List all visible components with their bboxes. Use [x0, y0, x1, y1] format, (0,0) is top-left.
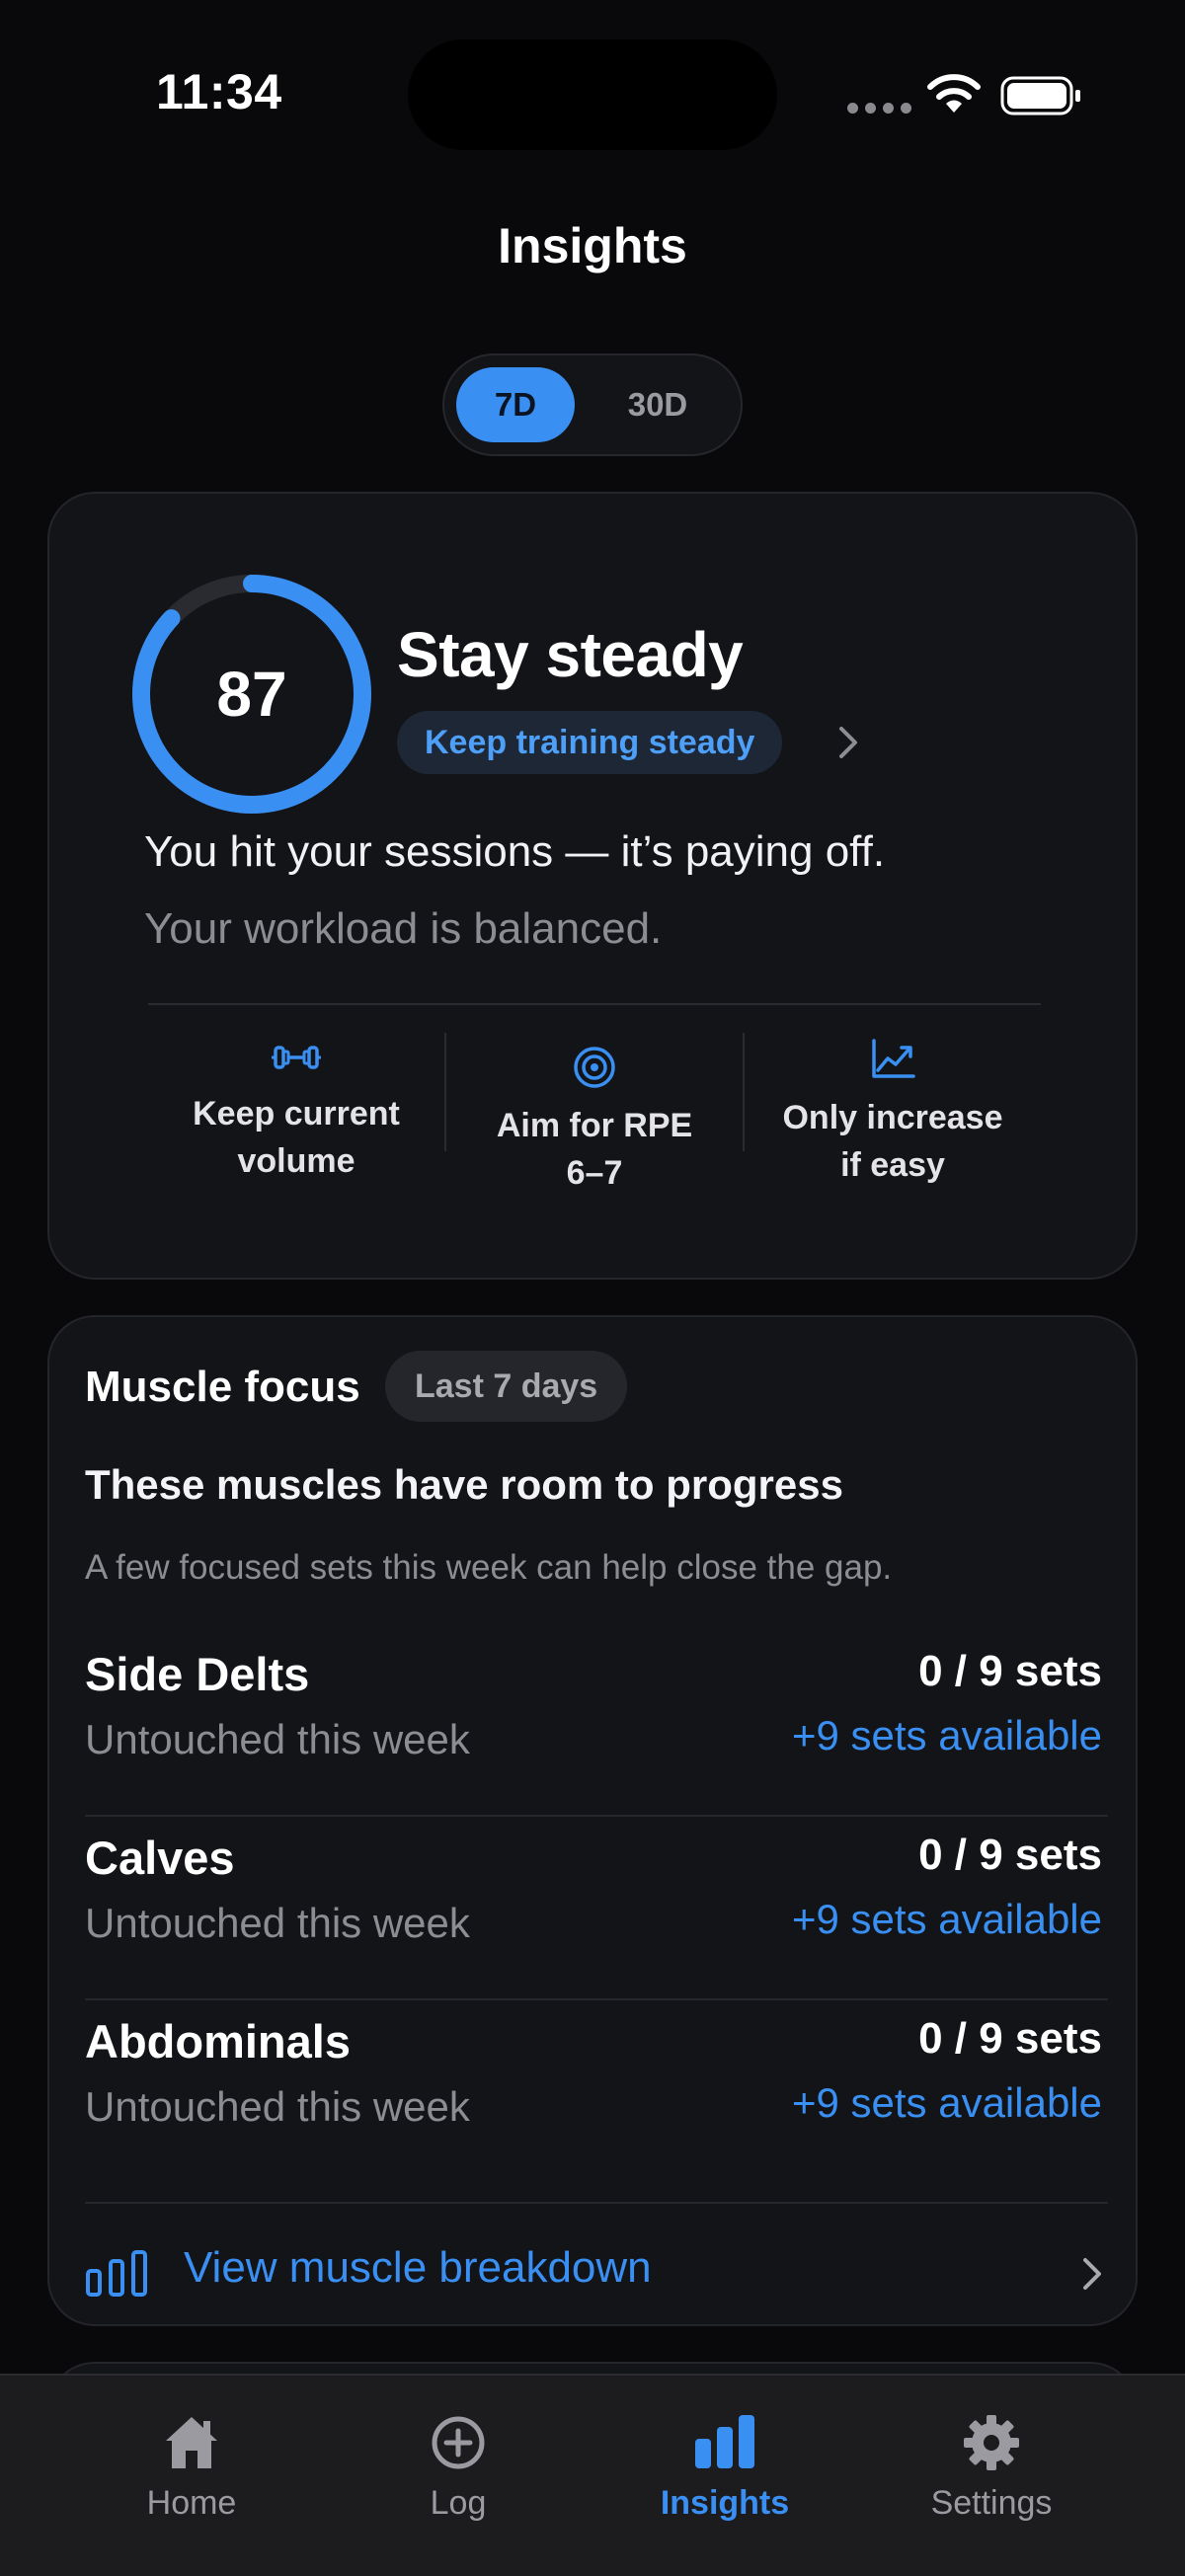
- tip-aim-rpe: Aim for RPE 6–7: [446, 1031, 743, 1197]
- divider: [148, 1003, 1041, 1005]
- muscle-status: Untouched this week: [85, 2083, 470, 2130]
- cellular-signal-icon: [847, 103, 911, 114]
- muscle-sets: 0 / 9 sets: [918, 2014, 1102, 2063]
- chevron-right-icon[interactable]: [835, 723, 861, 762]
- muscle-status: Untouched this week: [85, 1716, 470, 1762]
- period-option-7d[interactable]: 7D: [456, 367, 575, 442]
- status-time: 11:34: [156, 64, 282, 119]
- tip-only-increase: Only increase if easy: [745, 1031, 1041, 1189]
- wifi-icon: [927, 74, 981, 113]
- score-submessage: Your workload is balanced.: [144, 904, 663, 953]
- muscle-row-side-delts[interactable]: Side Delts Untouched this week 0 / 9 set…: [85, 1633, 1108, 1817]
- tab-label: Home: [146, 2484, 237, 2522]
- bar-chart-icon: [86, 2250, 147, 2297]
- tab-settings[interactable]: Settings: [873, 2413, 1110, 2523]
- muscle-row-abdominals[interactable]: Abdominals Untouched this week 0 / 9 set…: [85, 2000, 1102, 2184]
- muscle-focus-subtext: A few focused sets this week can help cl…: [85, 1548, 893, 1587]
- tab-home[interactable]: Home: [73, 2413, 310, 2523]
- tab-label: Insights: [660, 2484, 790, 2522]
- tab-log[interactable]: Log: [340, 2413, 577, 2523]
- muscle-status: Untouched this week: [85, 1900, 470, 1946]
- muscle-sets-available: +9 sets available: [791, 2079, 1102, 2126]
- view-muscle-breakdown-label: View muscle breakdown: [184, 2243, 652, 2292]
- muscle-focus-headline: These muscles have room to progress: [85, 1461, 843, 1508]
- tip-keep-volume: Keep current volume: [148, 1031, 444, 1185]
- tip-text-line: Aim for RPE: [496, 1107, 693, 1144]
- period-badge: Last 7 days: [385, 1351, 628, 1422]
- tab-label: Log: [430, 2484, 487, 2522]
- muscle-sets: 0 / 9 sets: [918, 1831, 1102, 1879]
- chevron-right-icon: [1083, 2258, 1101, 2290]
- tab-bar: Home Log Insights Settings: [0, 2374, 1185, 2576]
- score-message: You hit your sessions — it’s paying off.: [144, 827, 886, 876]
- tab-label: Settings: [930, 2484, 1053, 2522]
- muscle-sets-available: +9 sets available: [791, 1712, 1102, 1758]
- home-icon: [166, 2417, 217, 2468]
- divider: [85, 2202, 1108, 2204]
- muscle-name: Calves: [85, 1832, 235, 1884]
- muscle-focus-title: Muscle focus: [85, 1363, 360, 1411]
- tip-text-line: 6–7: [566, 1154, 623, 1192]
- muscle-name: Side Delts: [85, 1648, 310, 1700]
- tab-insights[interactable]: Insights: [606, 2413, 843, 2523]
- dumbbell-icon: [272, 1046, 321, 1069]
- dynamic-island: [408, 39, 777, 150]
- battery-icon: [1000, 76, 1080, 116]
- muscle-row-calves[interactable]: Calves Untouched this week 0 / 9 sets +9…: [85, 1817, 1108, 2000]
- tip-text-line: Only increase: [782, 1099, 1003, 1136]
- tip-text-line: Keep current: [193, 1095, 400, 1132]
- plus-circle-icon: [432, 2416, 485, 2469]
- view-muscle-breakdown-link[interactable]: View muscle breakdown: [85, 2233, 1112, 2312]
- score-card: 87 Stay steady Keep training steady You …: [47, 492, 1138, 1280]
- gear-icon: [964, 2415, 1019, 2470]
- muscle-name: Abdominals: [85, 2015, 351, 2068]
- score-recommendation-pill[interactable]: Keep training steady: [397, 711, 783, 774]
- target-icon: [574, 1047, 615, 1088]
- bar-chart-icon: [695, 2415, 754, 2468]
- score-value: 87: [216, 659, 287, 730]
- period-option-30d[interactable]: 30D: [591, 367, 725, 442]
- score-title: Stay steady: [397, 619, 744, 690]
- trend-up-icon: [872, 1039, 915, 1078]
- page-title: Insights: [498, 218, 687, 273]
- muscle-focus-card: Muscle focus Last 7 days These muscles h…: [47, 1315, 1138, 2326]
- tip-text-line: volume: [237, 1142, 356, 1180]
- muscle-sets: 0 / 9 sets: [918, 1647, 1102, 1695]
- period-selector: 7D 30D: [442, 353, 743, 456]
- muscle-sets-available: +9 sets available: [791, 1896, 1102, 1942]
- tip-text-line: if easy: [840, 1146, 945, 1184]
